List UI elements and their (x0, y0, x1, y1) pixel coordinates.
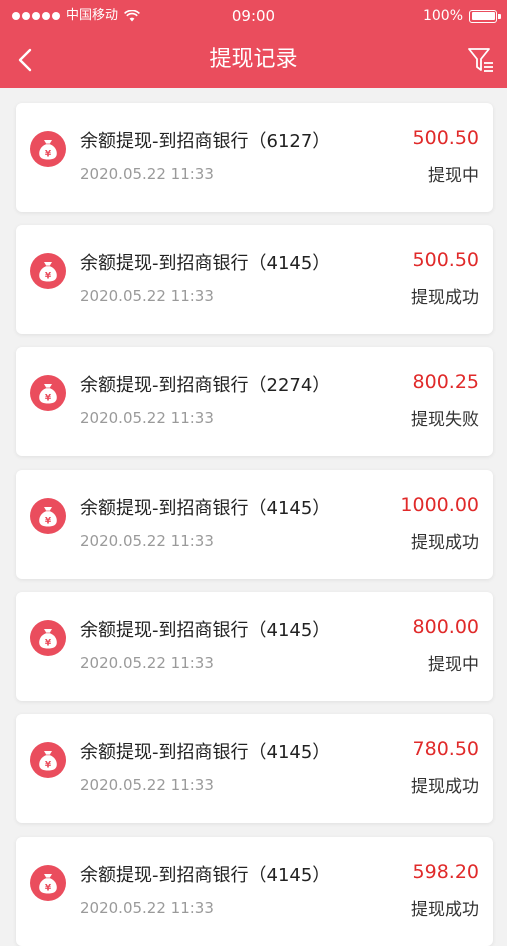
record-date: 2020.05.22 11:33 (80, 776, 214, 794)
record-date: 2020.05.22 11:33 (80, 287, 214, 305)
page-title: 提现记录 (209, 47, 298, 72)
money-bag-icon: ¥ (30, 498, 66, 534)
filter-button[interactable] (465, 44, 497, 76)
battery-indicator: 100% (422, 0, 501, 32)
record-date: 2020.05.22 11:33 (80, 899, 214, 917)
record-title: 余额提现-到招商银行（4145） (80, 498, 331, 519)
record-date: 2020.05.22 11:33 (80, 409, 214, 427)
record-status: 提现成功 (411, 533, 479, 553)
withdrawal-record-card[interactable]: ¥ 余额提现-到招商银行（2274） 2020.05.22 11:33 800.25 提… (16, 347, 493, 456)
nav-bar: 提现记录 (0, 32, 507, 88)
record-amount: 500.50 (412, 127, 479, 149)
record-title: 余额提现-到招商银行（6127） (80, 131, 331, 152)
record-status: 提现成功 (411, 777, 479, 797)
record-status: 提现成功 (411, 900, 479, 920)
record-title: 余额提现-到招商银行（4145） (80, 620, 331, 641)
record-title: 余额提现-到招商银行（2274） (80, 375, 331, 396)
svg-text:¥: ¥ (45, 150, 52, 160)
battery-percent: 100% (422, 8, 463, 24)
battery-icon (469, 9, 501, 23)
record-amount: 780.50 (412, 738, 479, 760)
withdrawal-record-card[interactable]: ¥ 余额提现-到招商银行（4145） 2020.05.22 11:33 780.50 提… (16, 714, 493, 823)
record-title: 余额提现-到招商银行（4145） (80, 865, 331, 886)
record-date: 2020.05.22 11:33 (80, 532, 214, 550)
svg-text:¥: ¥ (45, 761, 52, 771)
record-amount: 800.00 (412, 616, 479, 638)
record-status: 提现失败 (411, 410, 479, 430)
money-bag-icon: ¥ (30, 253, 66, 289)
record-status: 提现中 (428, 166, 479, 186)
filter-icon (468, 48, 493, 72)
money-bag-icon: ¥ (30, 620, 66, 656)
money-bag-icon: ¥ (30, 375, 66, 411)
record-amount: 1000.00 (400, 494, 479, 516)
status-bar: 中国移动 09:00 100% (0, 0, 507, 32)
app-header: 中国移动 09:00 100% 提现记录 (0, 0, 507, 88)
record-status: 提现成功 (411, 288, 479, 308)
withdrawal-record-card[interactable]: ¥ 余额提现-到招商银行（4145） 2020.05.22 11:33 598.20 提… (16, 837, 493, 946)
record-amount: 598.20 (412, 861, 479, 883)
withdrawal-record-card[interactable]: ¥ 余额提现-到招商银行（4145） 2020.05.22 11:33 1000.00… (16, 470, 493, 579)
svg-text:¥: ¥ (45, 884, 52, 894)
record-title: 余额提现-到招商银行（4145） (80, 253, 331, 274)
record-amount: 500.50 (412, 249, 479, 271)
record-amount: 800.25 (412, 371, 479, 393)
withdrawal-record-card[interactable]: ¥ 余额提现-到招商银行（6127） 2020.05.22 11:33 500.50 提… (16, 103, 493, 212)
record-title: 余额提现-到招商银行（4145） (80, 742, 331, 763)
svg-text:¥: ¥ (45, 394, 52, 404)
svg-text:¥: ¥ (45, 639, 52, 649)
money-bag-icon: ¥ (30, 131, 66, 167)
svg-text:¥: ¥ (45, 517, 52, 527)
withdrawal-record-card[interactable]: ¥ 余额提现-到招商银行（4145） 2020.05.22 11:33 500.50 提… (16, 225, 493, 334)
record-date: 2020.05.22 11:33 (80, 165, 214, 183)
svg-text:¥: ¥ (45, 272, 52, 282)
withdrawal-record-card[interactable]: ¥ 余额提现-到招商银行（4145） 2020.05.22 11:33 800.00 提… (16, 592, 493, 701)
money-bag-icon: ¥ (30, 742, 66, 778)
money-bag-icon: ¥ (30, 865, 66, 901)
record-date: 2020.05.22 11:33 (80, 654, 214, 672)
record-status: 提现中 (428, 655, 479, 675)
